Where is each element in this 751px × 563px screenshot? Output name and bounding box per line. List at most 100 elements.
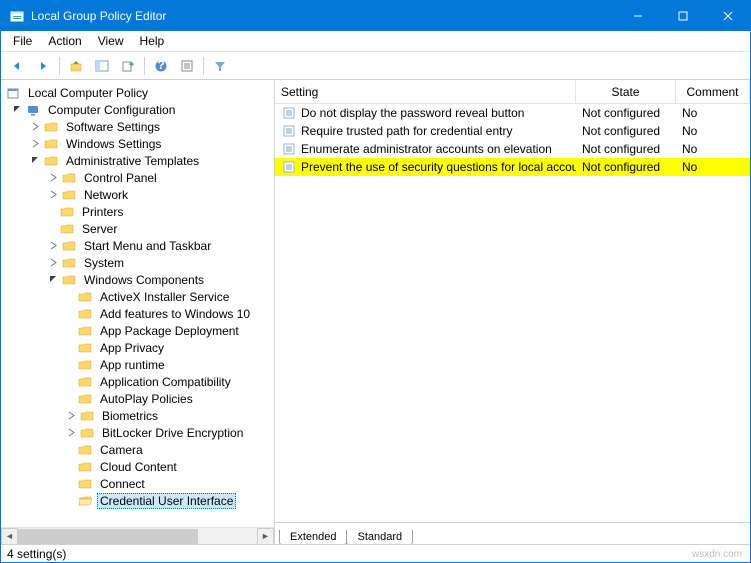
folder-icon xyxy=(79,408,95,424)
tree-item-network[interactable]: Network xyxy=(1,186,274,203)
tree-item[interactable]: Cloud Content xyxy=(1,458,274,475)
tree-item-credential-ui[interactable]: Credential User Interface xyxy=(1,492,274,509)
minimize-button[interactable] xyxy=(615,1,660,31)
tab-standard[interactable]: Standard xyxy=(346,530,413,544)
tree-hscrollbar[interactable]: ◄ ► xyxy=(1,527,274,544)
tree-label: Connect xyxy=(97,477,148,491)
expand-icon[interactable] xyxy=(65,427,77,439)
tree-item[interactable]: App Package Deployment xyxy=(1,322,274,339)
expand-icon[interactable] xyxy=(47,240,59,252)
policy-row[interactable]: Do not display the password reveal butto… xyxy=(275,104,750,122)
policy-comment: No xyxy=(676,106,750,120)
tree-label: Computer Configuration xyxy=(45,103,178,117)
policy-row[interactable]: Prevent the use of security questions fo… xyxy=(275,158,750,176)
tree-label: Add features to Windows 10 xyxy=(97,307,253,321)
tree-item[interactable]: Connect xyxy=(1,475,274,492)
collapse-icon[interactable] xyxy=(11,104,23,116)
menu-help[interactable]: Help xyxy=(132,32,173,50)
tree-item[interactable]: App runtime xyxy=(1,356,274,373)
expand-icon[interactable] xyxy=(65,410,77,422)
tree-item[interactable]: App Privacy xyxy=(1,339,274,356)
tree-item-biometrics[interactable]: Biometrics xyxy=(1,407,274,424)
tree-label: Local Computer Policy xyxy=(25,86,151,100)
tree-item[interactable]: ActiveX Installer Service xyxy=(1,288,274,305)
policy-row[interactable]: Require trusted path for credential entr… xyxy=(275,122,750,140)
collapse-icon[interactable] xyxy=(29,155,41,167)
help-button[interactable]: ? xyxy=(149,54,173,78)
close-button[interactable] xyxy=(705,1,750,31)
policy-state: Not configured xyxy=(576,106,676,120)
show-hide-tree-button[interactable] xyxy=(90,54,114,78)
tree-item-computer-configuration[interactable]: Computer Configuration xyxy=(1,101,274,118)
tree-label: System xyxy=(81,256,127,270)
policy-comment: No xyxy=(676,160,750,174)
tree-item[interactable]: Application Compatibility xyxy=(1,373,274,390)
tree-pane[interactable]: Local Computer Policy Computer Configura… xyxy=(1,80,275,544)
menu-action[interactable]: Action xyxy=(40,32,89,50)
scroll-thumb[interactable] xyxy=(18,529,198,544)
menu-view[interactable]: View xyxy=(90,32,132,50)
policy-item-icon xyxy=(281,105,297,121)
status-bar: 4 setting(s) xyxy=(1,544,750,563)
tree-item-windows-settings[interactable]: Windows Settings xyxy=(1,135,274,152)
view-tabs: Extended Standard xyxy=(275,522,750,544)
tree-item-control-panel[interactable]: Control Panel xyxy=(1,169,274,186)
scroll-right-button[interactable]: ► xyxy=(257,528,274,545)
svg-text:?: ? xyxy=(157,59,164,72)
back-button[interactable] xyxy=(5,54,29,78)
tree-label: App runtime xyxy=(97,358,168,372)
tree-label: Cloud Content xyxy=(97,460,180,474)
column-header-comment[interactable]: Comment xyxy=(676,80,750,103)
folder-icon xyxy=(61,238,77,254)
tree-label: AutoPlay Policies xyxy=(97,392,196,406)
policy-comment: No xyxy=(676,142,750,156)
tree-item-printers[interactable]: Printers xyxy=(1,203,274,220)
policy-row[interactable]: Enumerate administrator accounts on elev… xyxy=(275,140,750,158)
tree-item[interactable]: Camera xyxy=(1,441,274,458)
tree-item-administrative-templates[interactable]: Administrative Templates xyxy=(1,152,274,169)
tab-extended[interactable]: Extended xyxy=(279,530,347,544)
tree-item-server[interactable]: Server xyxy=(1,220,274,237)
up-button[interactable] xyxy=(64,54,88,78)
tree-item-windows-components[interactable]: Windows Components xyxy=(1,271,274,288)
tree-label: Software Settings xyxy=(63,120,163,134)
tree-item[interactable]: Add features to Windows 10 xyxy=(1,305,274,322)
properties-button[interactable] xyxy=(175,54,199,78)
folder-icon xyxy=(77,476,93,492)
tree-item-system[interactable]: System xyxy=(1,254,274,271)
column-header-state[interactable]: State xyxy=(576,80,676,103)
maximize-button[interactable] xyxy=(660,1,705,31)
tree-item-root[interactable]: Local Computer Policy xyxy=(1,84,274,101)
folder-icon xyxy=(59,204,75,220)
export-button[interactable] xyxy=(116,54,140,78)
tree-item-bitlocker[interactable]: BitLocker Drive Encryption xyxy=(1,424,274,441)
policy-setting-name: Do not display the password reveal butto… xyxy=(301,106,524,120)
tree-label: Server xyxy=(79,222,120,236)
collapse-icon[interactable] xyxy=(47,274,59,286)
scroll-left-button[interactable]: ◄ xyxy=(1,528,18,545)
tree-item[interactable]: AutoPlay Policies xyxy=(1,390,274,407)
expand-icon[interactable] xyxy=(47,172,59,184)
expand-icon[interactable] xyxy=(29,138,41,150)
filter-button[interactable] xyxy=(208,54,232,78)
folder-icon xyxy=(77,306,93,322)
computer-icon xyxy=(25,102,41,118)
menu-file[interactable]: File xyxy=(5,32,40,50)
folder-icon xyxy=(61,272,77,288)
folder-icon xyxy=(61,255,77,271)
list-body[interactable]: Do not display the password reveal butto… xyxy=(275,104,750,522)
expand-icon[interactable] xyxy=(29,121,41,133)
policy-state: Not configured xyxy=(576,142,676,156)
folder-icon xyxy=(77,323,93,339)
folder-icon xyxy=(43,136,59,152)
tree-item-start-menu[interactable]: Start Menu and Taskbar xyxy=(1,237,274,254)
folder-icon xyxy=(79,425,95,441)
expand-icon[interactable] xyxy=(47,189,59,201)
tree-item-software-settings[interactable]: Software Settings xyxy=(1,118,274,135)
column-header-setting[interactable]: Setting xyxy=(275,80,576,103)
expand-icon[interactable] xyxy=(47,257,59,269)
forward-button[interactable] xyxy=(31,54,55,78)
details-pane: Setting State Comment Do not display the… xyxy=(275,80,750,544)
toolbar-separator xyxy=(59,57,60,75)
policy-state: Not configured xyxy=(576,124,676,138)
